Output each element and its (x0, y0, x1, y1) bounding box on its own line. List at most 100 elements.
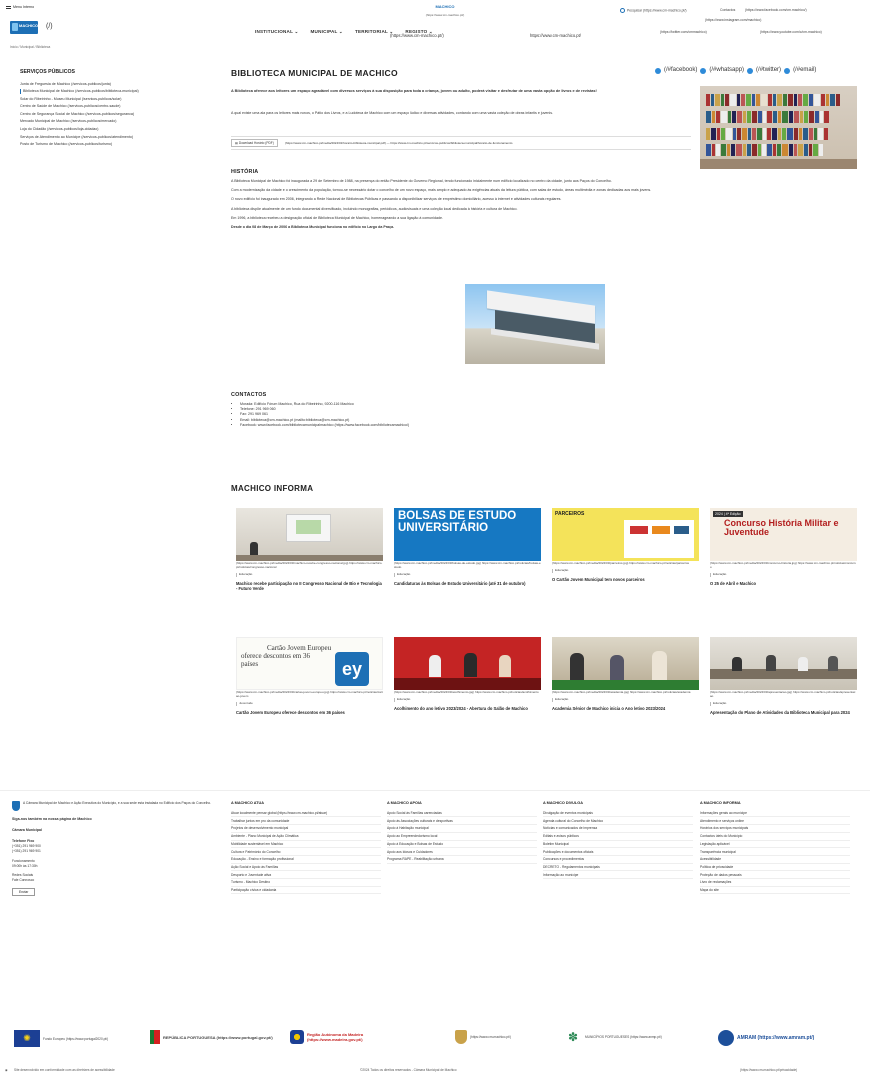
footer-link[interactable]: Política de privacidade (700, 864, 850, 872)
footer-link[interactable]: DECRETO - Regulamentos municipais (543, 864, 693, 872)
breadcrumb[interactable]: Início / Municipal / Biblioteca (10, 45, 50, 49)
contacts-link[interactable]: Contactos (720, 8, 735, 12)
footer-link[interactable]: Apoio ao Empreendedorismo local (387, 833, 537, 841)
footer-link[interactable]: Programa RAPE - Reabilitação urbana (387, 856, 537, 864)
footer-link[interactable]: Ambiente - Plano Municipal de Ação Climá… (231, 833, 381, 841)
sidebar-item[interactable]: Centro de Segurança Social de Machico (/… (20, 112, 210, 116)
privacy-link[interactable]: (https://www.cm-machico.pt/privacidade) (740, 1068, 797, 1072)
footer-phone[interactable]: (+351) 291 969 901 (12, 849, 212, 854)
nav-territorial[interactable]: TERRITORIAL ⌄ (355, 29, 393, 35)
footer-link[interactable]: Projetos de desenvolvimento municipal (231, 825, 381, 833)
partner-republica[interactable]: REPÚBLICA PORTUGUESA (https://www.portug… (150, 1030, 283, 1044)
footer-link[interactable]: Legislação aplicável (700, 841, 850, 849)
news-card[interactable]: (https://www.cm-machico.pt/media/2024/03… (552, 637, 699, 711)
news-card[interactable]: BOLSAS DE ESTUDO UNIVERSITÁRIO (https://… (394, 508, 541, 586)
history-paragraph: Em 1996, a biblioteca recebeu a designaç… (231, 215, 443, 220)
news-card[interactable]: (https://www.cm-machico.pt/media/2024/03… (710, 637, 857, 715)
footer-link[interactable]: Apoio às Associações culturais e desport… (387, 817, 537, 826)
twitter-link[interactable]: (https://twitter.com/cmmachico) (660, 30, 707, 34)
accessibility-icon[interactable]: ◉ (5, 1068, 8, 1072)
logo-mark-icon (12, 23, 18, 31)
footer-link[interactable]: Apoio Social às Famílias carenciadas (387, 810, 537, 818)
nav-site-link-1[interactable]: (https://www.cm-machico.pt/) (390, 33, 444, 38)
footer-link[interactable]: Boletim Municipal (543, 841, 693, 849)
footer-link[interactable]: Livro de reclamações (700, 879, 850, 887)
news-card[interactable]: (https://www.cm-machico.pt/media/2024/03… (394, 637, 541, 711)
footer-link[interactable]: Participação cívica e cidadania (231, 887, 381, 895)
footer-link[interactable]: Atuar localmente pensar global (https://… (231, 810, 381, 818)
news-card[interactable]: Cartão Jovem Europeu oferece descontos e… (236, 637, 383, 715)
partner-crest[interactable]: (https://www.cm-machico.pt/) (455, 1030, 511, 1044)
partner-amram[interactable]: AMRAM (https://www.amram.pt/) (718, 1030, 814, 1046)
sidebar-item[interactable]: Solar do Ribeirinho - Museu Municipal (/… (20, 97, 210, 101)
sidebar-item[interactable]: Junta de Freguesia de Machico (/servicos… (20, 82, 210, 86)
partner-municipios[interactable]: ✽ MUNICÍPIOS PORTUGUESES (https://www.an… (568, 1030, 695, 1044)
footer-link[interactable]: Turismo - Machico Destino (231, 879, 381, 887)
footer-link[interactable]: Apoio aos Idosos e Cuidadores (387, 848, 537, 856)
footer-link[interactable]: Informação ao munícipe (543, 871, 693, 880)
footer-link[interactable]: Ação Social e Apoio às Famílias (231, 864, 381, 872)
menu-label: Menu Interno (13, 5, 35, 9)
footer-row: Fale Connosco (12, 878, 35, 883)
footer-link[interactable]: Acessibilidade (700, 856, 850, 864)
sidebar-item[interactable]: Posto de Turismo de Machico (/servicos-p… (20, 142, 210, 146)
footer-link[interactable]: Proteção de dados pessoais (700, 871, 850, 880)
instagram-link[interactable]: (https://www.instagram.com/machico) (705, 18, 761, 22)
news-card[interactable]: 2024 | 4ª Edição Concurso História Milit… (710, 508, 857, 586)
sidebar-item[interactable]: Centro de Saúde de Machico (/servicos-pu… (20, 104, 210, 108)
nav-municipal[interactable]: MUNICIPAL ⌄ (311, 29, 343, 35)
site-logo[interactable]: MACHICO (10, 21, 38, 34)
twitter-icon[interactable] (747, 67, 754, 74)
footer-link[interactable]: Agenda cultural do Concelho de Machico (543, 817, 693, 826)
facebook-link[interactable]: (https://www.facebook.com/cm.machico/) (745, 8, 807, 12)
contacts-list: Morada: Edifício Fórum Machico, Rua do R… (236, 402, 636, 428)
news-thumb: 2024 | 4ª Edição Concurso História Milit… (710, 508, 857, 561)
partner-madeira[interactable]: Região Autónoma da Madeira (https://www.… (290, 1030, 407, 1044)
download-button[interactable]: ▤ Download Horário (PDF) (231, 139, 278, 147)
download-url[interactable]: (https://www.cm-machico.pt/media/2024/01… (285, 141, 512, 145)
news-card[interactable]: (https://www.cm-machico.pt/media/2024/03… (236, 508, 383, 591)
logo-link[interactable]: (/) (46, 23, 53, 32)
footer-link[interactable]: Cultura e Património do Concelho (231, 848, 381, 856)
center-logo[interactable]: MACHICO (https://www.cm-machico.pt/) (405, 4, 485, 18)
accessibility-link[interactable]: Site desenvolvido em conformidade com as… (14, 1068, 115, 1072)
partner-eu[interactable]: ✺ Fundo Europeu (https://www.portugal202… (14, 1030, 108, 1047)
nav-institucional[interactable]: INSTITUCIONAL ⌄ (255, 29, 299, 35)
footer-link[interactable]: Apoio à Educação e Bolsas de Estudo (387, 841, 537, 849)
footer-link[interactable]: Atendimento e serviços online (700, 817, 850, 826)
footer-link[interactable]: Apoio à Habitação municipal (387, 825, 537, 833)
footer-link[interactable]: Informações gerais ao munícipe (700, 810, 850, 818)
menu-button[interactable]: Menu Interno (6, 5, 34, 9)
sidebar-item[interactable]: Mercado Municipal de Machico (/servicos-… (20, 119, 210, 123)
footer-link[interactable]: Editais e avisos públicos (543, 833, 693, 841)
footer-link[interactable]: Notícias e comunicados de imprensa (543, 825, 693, 833)
news-card[interactable]: PARCEIROS (https://www.cm-machico.pt/med… (552, 508, 699, 582)
footer-link[interactable]: Concursos e procedimentos (543, 856, 693, 864)
footer-link[interactable]: Horários dos serviços municipais (700, 825, 850, 833)
footer-row: Câmara Municipal (12, 828, 42, 833)
whatsapp-icon[interactable] (700, 67, 707, 74)
share-whatsapp[interactable]: (/#whatsapp) (709, 67, 744, 75)
footer-link[interactable]: Desporto e Juventude ativa (231, 871, 381, 880)
sidebar-item[interactable]: Serviços de Atendimento ao Munícipe (/se… (20, 135, 210, 139)
share-email[interactable]: (/#email) (793, 67, 816, 75)
sidebar-item-active[interactable]: Biblioteca Municipal de Machico (/servic… (20, 89, 210, 94)
nav-site-link-2[interactable]: https://www.cm-machico.pt/ (530, 33, 581, 38)
youtube-link[interactable]: (https://www.youtube.com/c/cm-machico) (760, 30, 822, 34)
search-link[interactable]: Pesquisar (https://www.cm-machico.pt/) (620, 8, 687, 13)
footer-link[interactable]: Divulgação de eventos municipais (543, 810, 693, 818)
footer-link[interactable]: Mapa do site (700, 887, 850, 895)
footer-link[interactable]: Mobilidade sustentável em Machico (231, 841, 381, 849)
footer-link[interactable]: Publicações e documentos oficiais (543, 848, 693, 856)
footer-link[interactable]: Educação - Ensino e formação profissiona… (231, 856, 381, 864)
share-twitter[interactable]: (/#twitter) (756, 67, 781, 75)
footer-link[interactable]: Contactos úteis do Município (700, 833, 850, 841)
sidebar-item[interactable]: Loja do Cidadão (/servicos-publicos/loja… (20, 127, 210, 131)
footer-send-button[interactable]: Enviar (12, 887, 36, 897)
email-icon[interactable] (784, 67, 791, 74)
footer-link[interactable]: Trabalhar juntos em pro da comunidade (231, 817, 381, 826)
share-facebook[interactable]: (/#facebook) (664, 67, 697, 75)
facebook-icon[interactable] (655, 67, 661, 74)
footer-link[interactable]: Transparência municipal (700, 848, 850, 856)
contact-facebook[interactable]: Facebook: www.facebook.com/bibliotecamun… (240, 423, 636, 428)
